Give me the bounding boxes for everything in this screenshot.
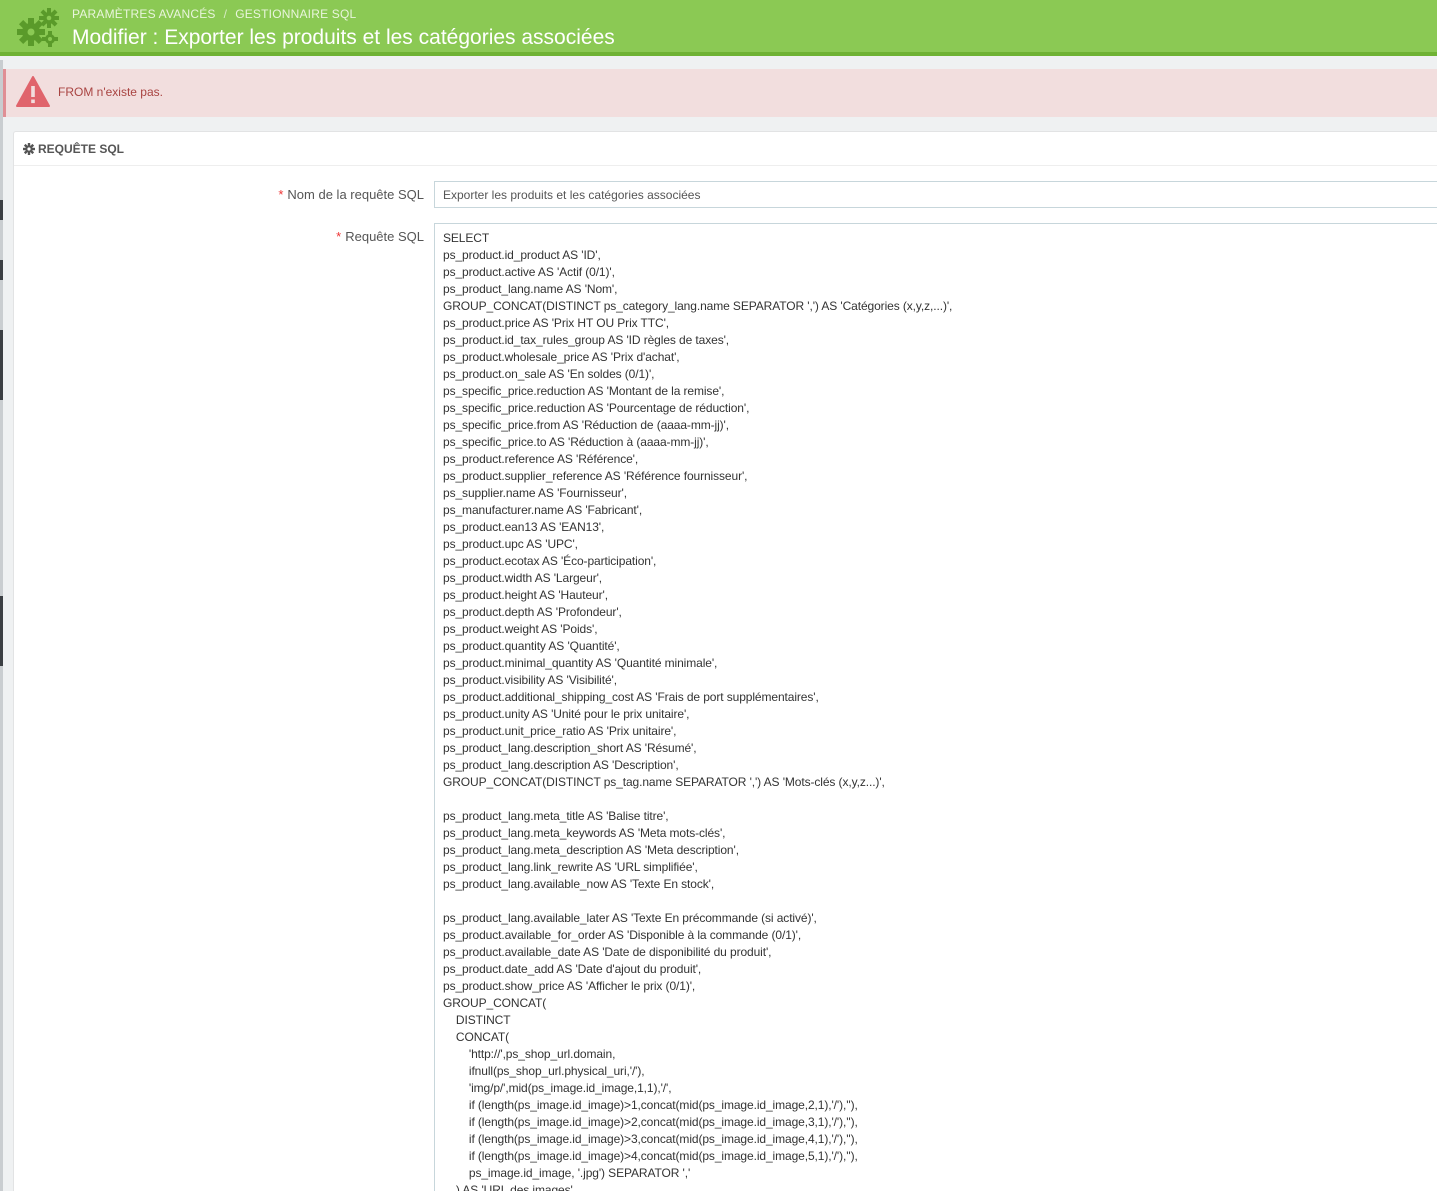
breadcrumb-separator: / bbox=[223, 7, 228, 21]
sql-query-text: SELECT ps_product.id_product AS 'ID', ps… bbox=[443, 231, 953, 1191]
required-marker: * bbox=[278, 187, 284, 202]
sql-query-textarea[interactable]: SELECT ps_product.id_product AS 'ID', ps… bbox=[434, 223, 1437, 1191]
page-header: PARAMÈTRES AVANCÉS / GESTIONNAIRE SQL Modi… bbox=[0, 0, 1437, 56]
error-alert: FROM n'existe pas. bbox=[3, 69, 1437, 117]
gears-icon bbox=[17, 8, 59, 47]
warning-triangle-icon bbox=[16, 76, 50, 107]
query-name-label: * Nom de la requête SQL bbox=[278, 187, 424, 202]
panel-heading: REQUÊTE SQL bbox=[14, 132, 1437, 166]
sidebar-edge bbox=[0, 60, 3, 1191]
query-name-label-text: Nom de la requête SQL bbox=[287, 187, 424, 202]
breadcrumb-item-advanced-parameters[interactable]: PARAMÈTRES AVANCÉS bbox=[72, 7, 216, 21]
breadcrumb: PARAMÈTRES AVANCÉS / GESTIONNAIRE SQL bbox=[72, 7, 356, 21]
query-name-input[interactable] bbox=[434, 181, 1437, 208]
required-marker: * bbox=[336, 229, 342, 244]
panel-title: REQUÊTE SQL bbox=[38, 142, 125, 156]
sql-query-label: * Requête SQL bbox=[336, 229, 424, 244]
gear-icon bbox=[23, 143, 35, 155]
error-message: FROM n'existe pas. bbox=[58, 85, 163, 99]
breadcrumb-item-sql-manager[interactable]: GESTIONNAIRE SQL bbox=[235, 7, 356, 21]
page-title: Modifier : Exporter les produits et les … bbox=[72, 26, 615, 49]
sql-query-label-text: Requête SQL bbox=[345, 229, 424, 244]
